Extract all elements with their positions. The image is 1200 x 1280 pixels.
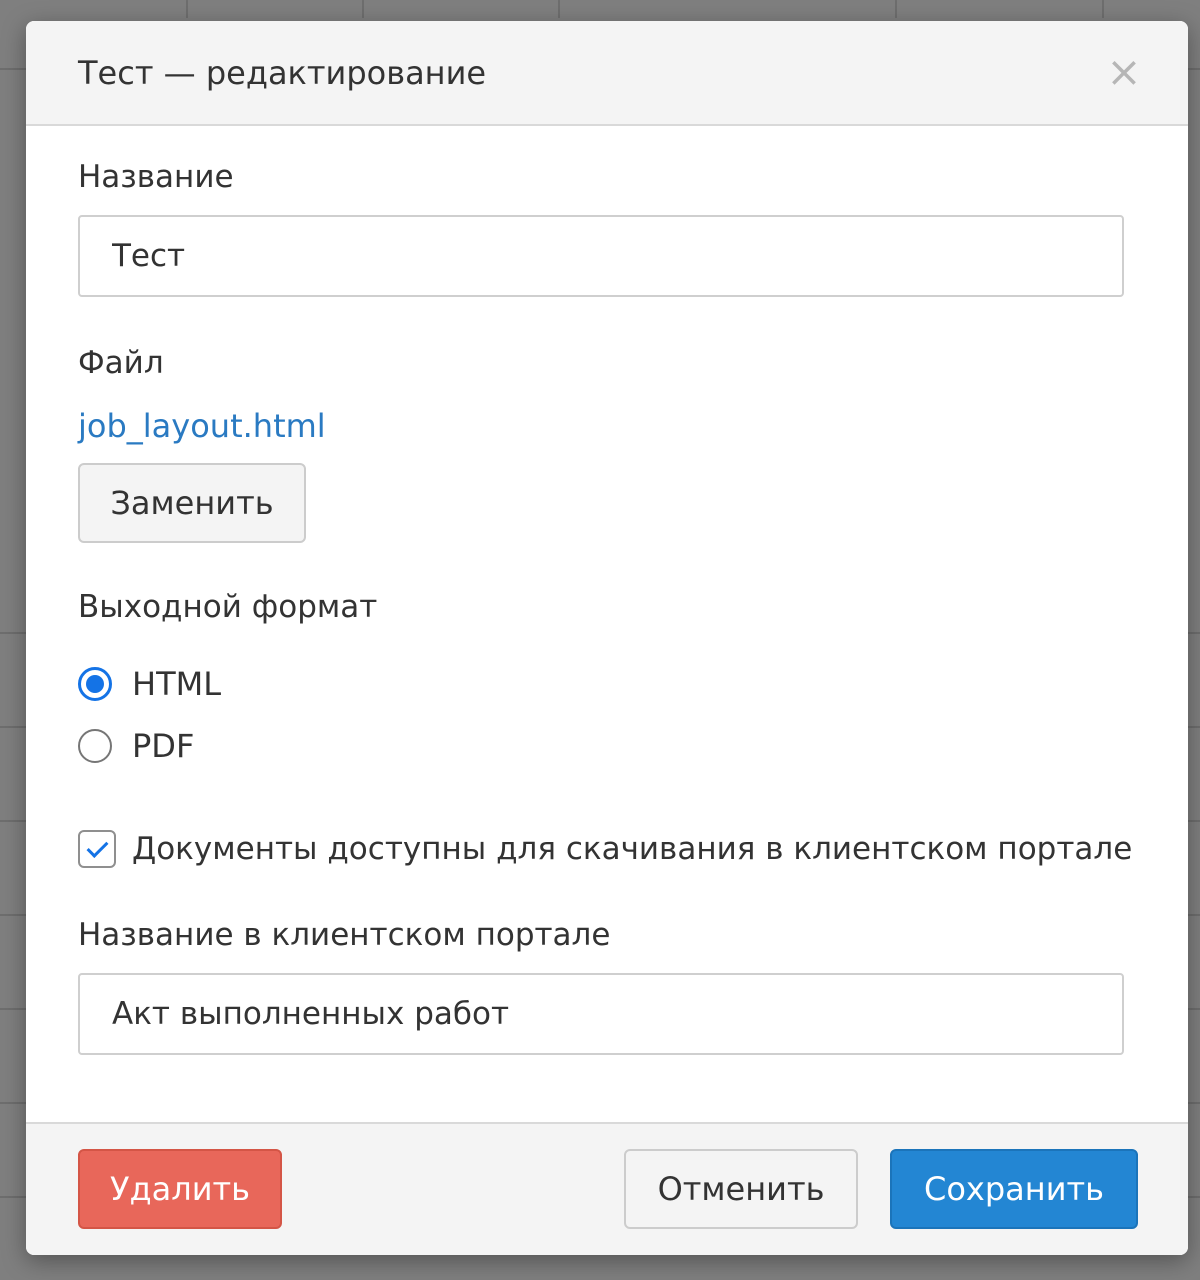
file-label: Файл: [78, 345, 164, 381]
radio-label-pdf: PDF: [132, 727, 195, 765]
checkmark-icon: [86, 836, 109, 858]
radio-label-html: HTML: [132, 665, 222, 703]
output-format-label: Выходной формат: [78, 589, 378, 625]
dialog-title: Тест — редактирование: [78, 54, 487, 92]
save-button[interactable]: Сохранить: [890, 1149, 1138, 1229]
name-input[interactable]: [78, 215, 1124, 297]
portal-name-input[interactable]: [78, 973, 1124, 1055]
portal-download-label: Документы доступны для скачивания в клие…: [132, 831, 1133, 867]
replace-file-button[interactable]: Заменить: [78, 463, 306, 543]
portal-download-checkbox[interactable]: [78, 830, 116, 868]
file-link[interactable]: job_layout.html: [78, 405, 326, 447]
cancel-button[interactable]: Отменить: [624, 1149, 858, 1229]
radio-selected-dot: [86, 675, 104, 693]
portal-name-label: Название в клиентском портале: [78, 917, 611, 953]
format-option-pdf[interactable]: PDF: [78, 724, 194, 768]
radio-pdf[interactable]: [78, 729, 112, 763]
name-label: Название: [78, 159, 234, 195]
close-button[interactable]: ×: [1104, 49, 1144, 95]
edit-template-dialog: Тест — редактирование × Название Файл jo…: [26, 21, 1188, 1255]
radio-html[interactable]: [78, 667, 112, 701]
format-option-html[interactable]: HTML: [78, 662, 221, 706]
dialog-header: Тест — редактирование ×: [26, 21, 1188, 126]
delete-button[interactable]: Удалить: [78, 1149, 282, 1229]
portal-download-option[interactable]: Документы доступны для скачивания в клие…: [78, 827, 1132, 871]
